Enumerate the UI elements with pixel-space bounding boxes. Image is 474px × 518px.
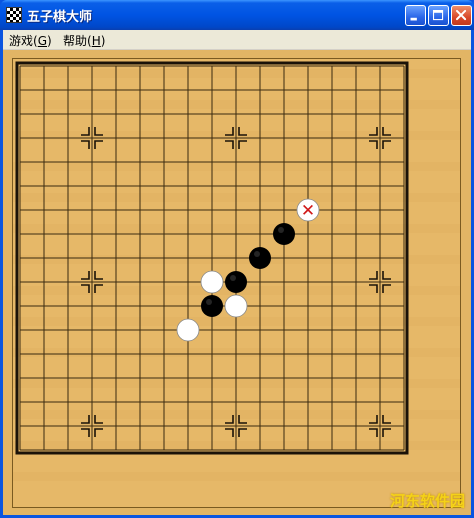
- maximize-button[interactable]: [428, 5, 449, 26]
- white-stone: [224, 294, 248, 318]
- black-stone: [225, 271, 247, 293]
- stone-highlight: [230, 275, 236, 281]
- app-window: 五子棋大师 游戏(G) 帮助(H) ✕ 河东软件园: [0, 0, 474, 518]
- maximize-icon: [432, 9, 444, 21]
- black-stone: [273, 223, 295, 245]
- stone-highlight: [206, 299, 212, 305]
- board-canvas[interactable]: ✕: [13, 59, 460, 507]
- stone-highlight: [254, 251, 260, 257]
- menu-help-accel: H: [91, 34, 101, 48]
- stone-highlight: [278, 227, 284, 233]
- menu-game[interactable]: 游戏(G): [9, 32, 52, 49]
- menu-help-label: 帮助: [63, 34, 88, 48]
- wood-grain: [13, 472, 460, 481]
- white-stone: [200, 270, 224, 294]
- gomoku-app-icon[interactable]: [6, 7, 22, 23]
- gomoku-board[interactable]: ✕: [12, 58, 461, 508]
- watermark-text: 河东软件园: [389, 492, 465, 510]
- close-icon: [455, 9, 467, 21]
- minimize-button[interactable]: [405, 5, 426, 26]
- last-move-marker-icon: ✕: [301, 201, 315, 221]
- black-stone: [201, 295, 223, 317]
- menu-game-label: 游戏: [9, 34, 34, 48]
- window-title: 五子棋大师: [27, 10, 93, 25]
- minimize-icon: [410, 17, 417, 21]
- white-stone: [176, 318, 200, 342]
- menu-game-accel: G: [37, 34, 48, 48]
- menu-bar: 游戏(G) 帮助(H): [3, 30, 471, 50]
- close-button[interactable]: [451, 5, 472, 26]
- title-bar[interactable]: 五子棋大师: [0, 0, 474, 30]
- menu-help[interactable]: 帮助(H): [63, 32, 105, 49]
- black-stone: [249, 247, 271, 269]
- game-area: ✕ 河东软件园: [3, 50, 471, 515]
